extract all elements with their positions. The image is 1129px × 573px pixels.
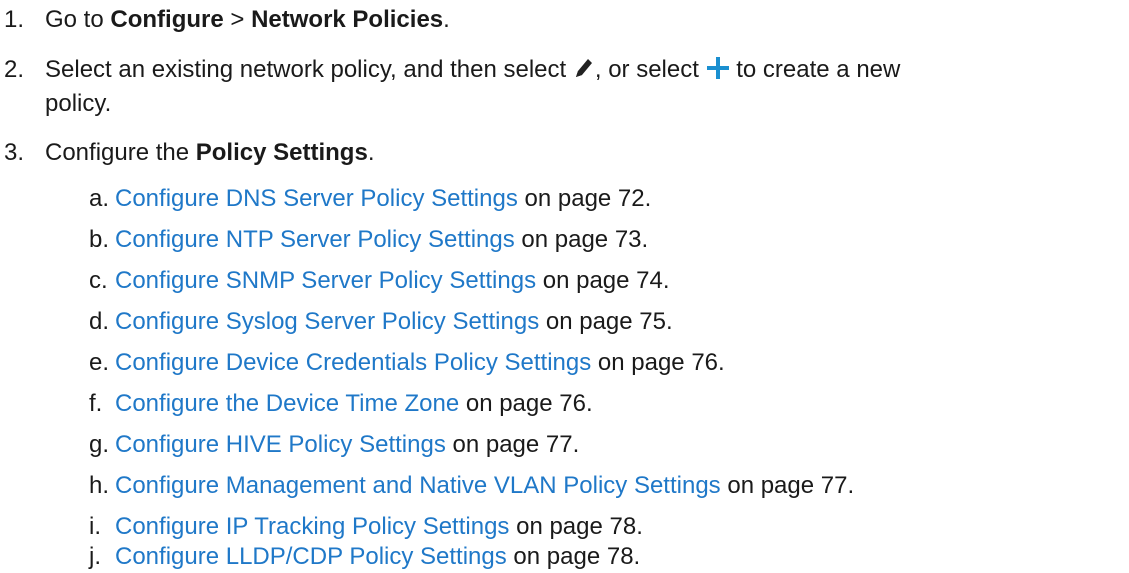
- link-device-time-zone[interactable]: Configure the Device Time Zone: [115, 390, 459, 417]
- step-text: >: [223, 6, 252, 33]
- substep-j: j. Configure LLDP/CDP Policy Settings on …: [89, 543, 641, 570]
- policy-settings-label: Policy Settings: [195, 139, 368, 166]
- link-hive-policy[interactable]: Configure HIVE Policy Settings: [115, 431, 446, 458]
- link-ntp-server-policy[interactable]: Configure NTP Server Policy Settings: [115, 226, 515, 253]
- substep-e: e. Configure Device Credentials Policy Se…: [89, 349, 725, 376]
- step-number: 3.: [4, 139, 25, 166]
- step-text: .: [443, 6, 450, 33]
- step-text: .: [367, 139, 375, 166]
- step-text: Select an existing network policy, and t…: [45, 56, 573, 83]
- procedure-document: 1. Go to Configure > Network Policies. 2.…: [0, 0, 1129, 573]
- link-lldp-cdp-policy[interactable]: Configure LLDP/CDP Policy Settings: [115, 543, 507, 570]
- step-1: 1. Go to Configure > Network Policies.: [0, 3, 450, 37]
- step-text: to create a new: [729, 56, 901, 83]
- plus-icon: [706, 56, 730, 90]
- substep-c: c. Configure SNMP Server Policy Settings …: [89, 267, 670, 294]
- substep-i: i. Configure IP Tracking Policy Settings …: [89, 513, 643, 540]
- pencil-icon: [573, 56, 595, 90]
- link-device-credentials-policy[interactable]: Configure Device Credentials Policy Sett…: [115, 349, 591, 376]
- link-management-native-vlan-policy[interactable]: Configure Management and Native VLAN Pol…: [115, 472, 721, 499]
- link-ip-tracking-policy[interactable]: Configure IP Tracking Policy Settings: [115, 513, 509, 540]
- step-2: 2. Select an existing network policy, and…: [0, 53, 901, 117]
- substep-b: b. Configure NTP Server Policy Settings o…: [89, 226, 649, 253]
- substep-d: d. Configure Syslog Server Policy Setting…: [89, 308, 673, 335]
- menu-configure: Configure: [110, 6, 224, 33]
- link-snmp-server-policy[interactable]: Configure SNMP Server Policy Settings: [115, 267, 536, 294]
- step-text: , or select: [594, 56, 706, 83]
- step-text-continued: policy.: [45, 90, 112, 117]
- step-text: Go to: [45, 6, 111, 33]
- substep-h: h. Configure Management and Native VLAN P…: [89, 472, 855, 499]
- substep-g: g. Configure HIVE Policy Settings on page…: [89, 431, 580, 458]
- substep-a: a. Configure DNS Server Policy Settings o…: [89, 185, 652, 212]
- link-dns-server-policy[interactable]: Configure DNS Server Policy Settings: [115, 185, 518, 212]
- step-number: 1.: [4, 6, 25, 33]
- step-text: Configure the: [45, 139, 196, 166]
- substep-f: f. Configure the Device Time Zone on page…: [89, 390, 593, 417]
- menu-network-policies: Network Policies: [251, 6, 444, 33]
- step-3: 3. Configure the Policy Settings.: [0, 136, 374, 170]
- link-syslog-server-policy[interactable]: Configure Syslog Server Policy Settings: [115, 308, 539, 335]
- step-number: 2.: [4, 56, 25, 83]
